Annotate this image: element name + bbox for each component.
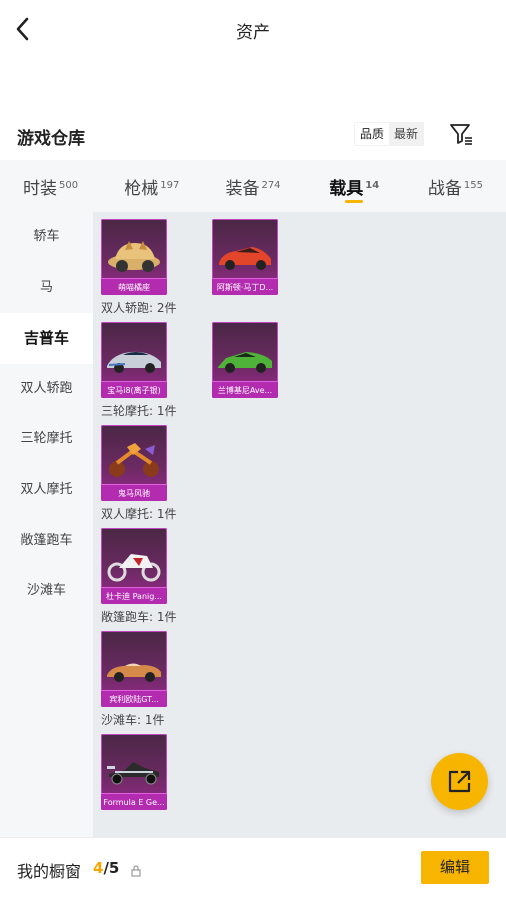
vehicle-item-card[interactable]: 阿斯顿·马丁D...	[212, 219, 278, 295]
share-button[interactable]	[431, 753, 488, 810]
vehicle-item-card[interactable]: 宝马i8(离子银)	[101, 322, 167, 398]
section-title: 游戏仓库	[17, 129, 85, 149]
showcase-label: 我的橱窗	[17, 862, 82, 881]
convertible-icon	[107, 663, 161, 682]
group-label: 双人摩托: 1件	[101, 507, 177, 521]
sort-quality[interactable]: 品质	[355, 123, 390, 145]
motorcycle-icon	[107, 554, 161, 582]
edit-button[interactable]: 编辑	[421, 851, 489, 884]
sort-toggle: 品质 最新	[354, 122, 425, 146]
vehicle-item-name: 杜卡迪 Panig...	[101, 587, 167, 604]
sidebar-item[interactable]: 马	[0, 263, 93, 314]
external-link-icon	[448, 770, 471, 793]
sidebar-item[interactable]: 三轮摩托	[0, 414, 93, 465]
tab-label: 战备	[427, 179, 462, 199]
tab-label: 时装	[23, 179, 58, 199]
vehicle-item-card[interactable]: Formula E Ge...	[101, 734, 167, 810]
showcase-bar: 我的橱窗 4/5 编辑	[0, 838, 506, 897]
vehicle-item-card[interactable]: 宾利欧陆GT...	[101, 631, 167, 707]
tab-label: 装备	[225, 179, 260, 199]
tab-category[interactable]: 战备 155	[405, 160, 506, 212]
tab-category[interactable]: 载具 14	[304, 160, 405, 212]
tab-count: 155	[463, 180, 483, 191]
tab-label: 载具	[329, 179, 364, 199]
group-label: 三轮摩托: 1件	[101, 404, 177, 418]
vehicle-item-name: 鬼马风驰	[101, 484, 167, 501]
sidebar-item[interactable]: 吉普车	[0, 313, 93, 364]
sort-newest[interactable]: 最新	[389, 123, 423, 145]
trike-icon	[109, 443, 159, 477]
tab-category[interactable]: 枪械 197	[101, 160, 202, 212]
item-row: 鬼马风驰	[93, 425, 506, 501]
group-label: 双人轿跑: 2件	[101, 301, 177, 315]
vehicle-item-name: 阿斯顿·马丁D...	[212, 278, 278, 295]
vehicle-item-card[interactable]: 鬼马风驰	[101, 425, 167, 501]
lock-icon	[131, 862, 141, 877]
formula-car-icon	[107, 762, 159, 785]
sidebar-item[interactable]: 敞篷跑车	[0, 516, 93, 567]
tab-count: 14	[365, 180, 380, 191]
sidebar-item[interactable]: 双人摩托	[0, 465, 93, 516]
beetle-car-icon	[108, 241, 160, 272]
vehicle-item-card[interactable]: 萌喵橘座	[101, 219, 167, 295]
vehicle-type-sidebar: 轿车马吉普车 双人轿跑 三轮摩托 双人摩托 敞篷跑车 沙滩车	[0, 212, 93, 838]
red-sports-car-icon	[219, 247, 271, 270]
item-grid: 萌喵橘座 阿斯顿·马丁D... 双人轿跑: 2件 宝马i8(离子银) 兰博基尼Ave..…	[93, 212, 506, 838]
vehicle-item-name: 宝马i8(离子银)	[101, 381, 167, 398]
item-row: 萌喵橘座 阿斯顿·马丁D...	[93, 219, 506, 295]
filter-icon[interactable]	[448, 120, 476, 148]
vehicle-item-card[interactable]: 兰博基尼Ave...	[212, 322, 278, 398]
warehouse-header: 游戏仓库 品质 最新	[0, 118, 506, 154]
tab-count: 500	[59, 180, 79, 191]
item-row: 宝马i8(离子银) 兰博基尼Ave...	[93, 322, 506, 398]
green-supercar-icon	[218, 352, 272, 373]
tab-category[interactable]: 装备 274	[202, 160, 303, 212]
tab-category[interactable]: 时装 500	[0, 160, 101, 212]
page-title: 资产	[236, 23, 270, 43]
group-label: 敞篷跑车: 1件	[101, 610, 177, 624]
item-row: 杜卡迪 Panig...	[93, 528, 506, 604]
top-bar: 资产	[0, 0, 506, 60]
vehicle-item-card[interactable]: 杜卡迪 Panig...	[101, 528, 167, 604]
silver-coupe-icon	[107, 351, 161, 373]
sidebar-item[interactable]: 轿车	[0, 212, 93, 263]
vehicle-item-name: 宾利欧陆GT...	[101, 690, 167, 707]
category-tabs: 时装 500 枪械 197 装备 274 载具 14 战备 155	[0, 160, 506, 212]
tab-count: 197	[160, 180, 180, 191]
vehicle-item-name: 萌喵橘座	[101, 278, 167, 295]
tab-count: 274	[261, 180, 281, 191]
group-label: 沙滩车: 1件	[101, 713, 165, 727]
vehicle-item-name: 兰博基尼Ave...	[212, 381, 278, 398]
tab-label: 枪械	[124, 179, 159, 199]
sidebar-item[interactable]: 双人轿跑	[0, 364, 93, 415]
sidebar-item[interactable]: 沙滩车	[0, 566, 93, 617]
vehicle-item-name: Formula E Ge...	[101, 793, 167, 810]
showcase-count: 4/5	[93, 859, 120, 877]
item-row: 宾利欧陆GT...	[93, 631, 506, 707]
